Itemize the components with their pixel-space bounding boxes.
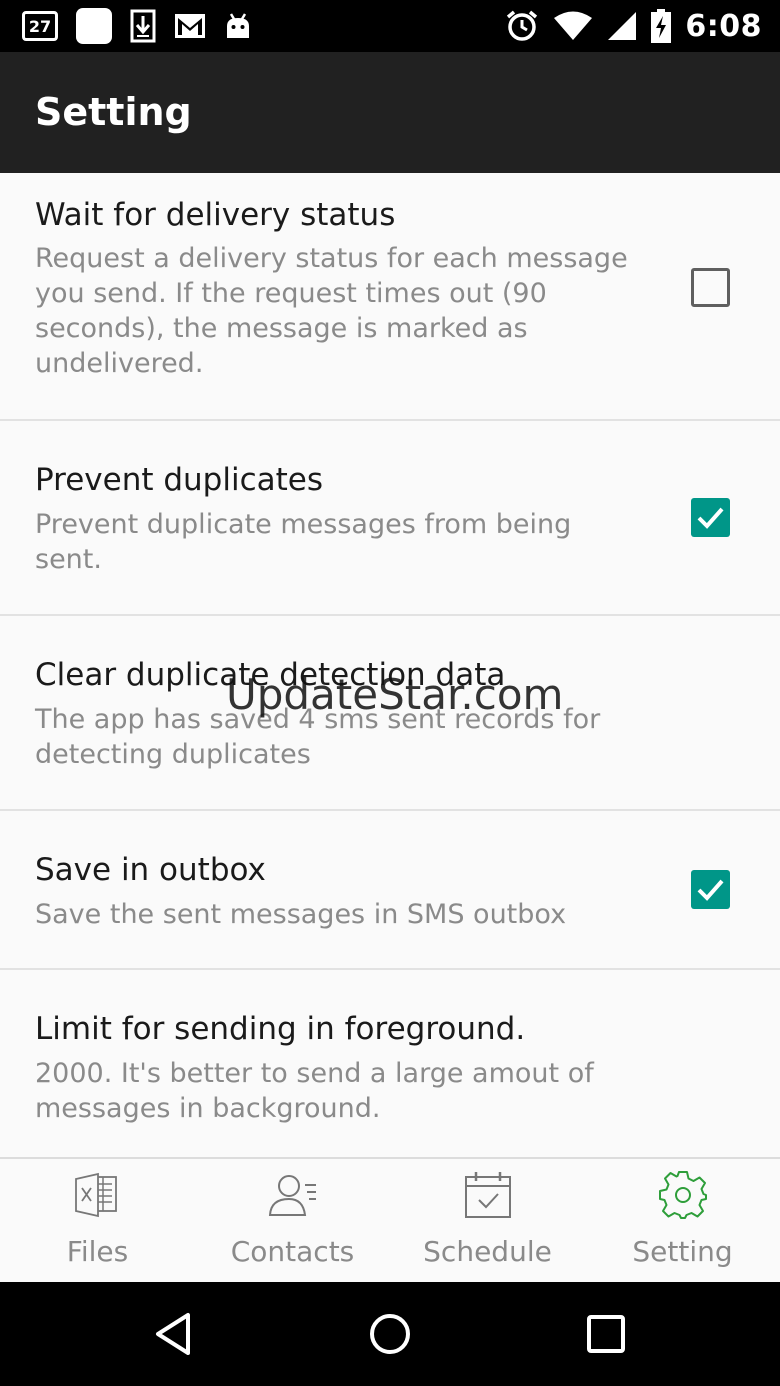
back-icon[interactable] [150,1309,200,1359]
checkmark-icon [697,879,724,901]
save-in-outbox-checkbox[interactable] [691,870,730,909]
tab-label: Schedule [423,1235,552,1268]
contacts-icon [268,1175,316,1216]
home-icon[interactable] [365,1309,415,1359]
gmail-icon [175,14,205,38]
setting-summary: 2000. It's better to send a large amout … [35,1058,594,1124]
system-navigation-bar [0,1282,780,1386]
tab-files[interactable]: Files [0,1159,195,1282]
tab-label: Contacts [230,1235,355,1268]
settings-list[interactable]: Wait for delivery status Request a deliv… [0,173,780,1157]
setting-clear-duplicate-detection-data[interactable]: Clear duplicate detection data The app h… [0,616,780,811]
setting-prevent-duplicates[interactable]: Prevent duplicates Prevent duplicate mes… [0,421,780,616]
alarm-icon [507,10,538,41]
app-bar: Setting [0,52,780,173]
status-bar-notifications: 27 [22,8,252,44]
setting-wait-for-delivery-status[interactable]: Wait for delivery status Request a deliv… [0,173,780,421]
battery-charging-icon [651,9,672,43]
setting-title: Clear duplicate detection data [35,657,506,693]
setting-save-in-outbox[interactable]: Save in outbox Save the sent messages in… [0,811,780,970]
calendar-day: 27 [28,16,52,36]
setting-title: Prevent duplicates [35,462,324,498]
bottom-tab-bar: Files Contacts Schedule Setting [0,1157,780,1282]
setting-title: Wait for delivery status [35,197,396,233]
setting-title: Save in outbox [35,852,266,888]
calendar-icon: 27 [22,11,58,41]
setting-limit-foreground-sending[interactable]: Limit for sending in foreground. 2000. I… [0,970,780,1157]
download-icon [130,9,156,43]
wifi-icon [554,11,593,40]
tab-contacts[interactable]: Contacts [195,1159,390,1282]
clock: 6:08 [685,8,762,44]
android-icon [227,13,249,38]
prevent-duplicates-checkbox[interactable] [691,498,730,537]
page-title: Setting [35,90,192,134]
excel-file-icon [75,1172,117,1218]
status-bar-system: 6:08 [505,8,762,44]
calendar-check-icon [465,1172,511,1218]
setting-summary: The app has saved 4 sms sent records for… [35,704,601,770]
app-icon [76,8,112,44]
setting-summary: Request a delivery status for each messa… [35,243,628,379]
tab-schedule[interactable]: Schedule [390,1159,585,1282]
tab-label: Files [66,1235,129,1268]
status-bar: 27 6:08 [0,0,780,52]
setting-summary: Save the sent messages in SMS outbox [35,899,567,930]
recents-icon[interactable] [581,1309,631,1359]
delivery-status-checkbox[interactable] [691,268,730,307]
setting-title: Limit for sending in foreground. [35,1011,526,1047]
signal-icon [608,12,637,40]
tab-setting[interactable]: Setting [585,1159,780,1282]
tab-label: Setting [632,1235,733,1268]
setting-summary: Prevent duplicate messages from being se… [35,509,572,575]
gear-icon [659,1171,707,1219]
checkmark-icon [697,507,724,529]
